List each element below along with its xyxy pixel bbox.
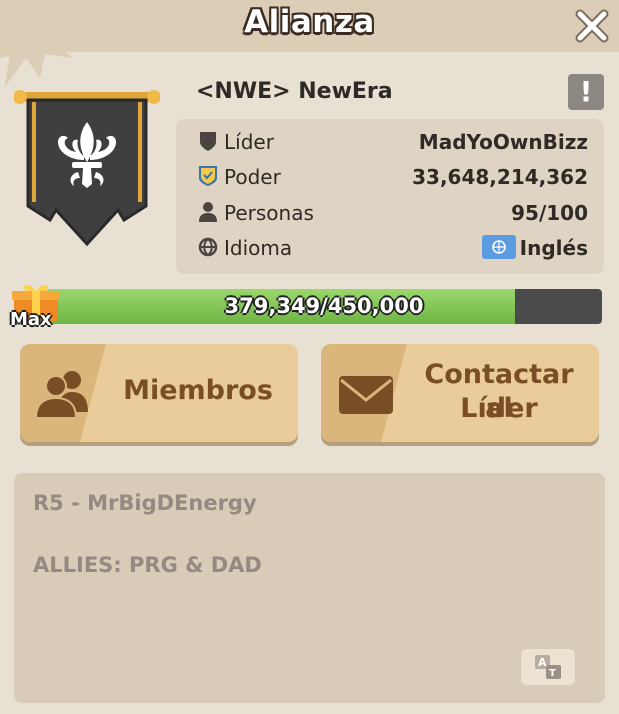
- translate-button[interactable]: A T: [521, 649, 575, 685]
- language-value: Inglés: [519, 236, 588, 260]
- page-title: Alianza: [244, 4, 375, 40]
- person-icon: [199, 202, 217, 222]
- leader-label: Líder: [224, 130, 274, 154]
- announcement-line: R5 - MrBigDEnergy: [33, 491, 257, 515]
- announcement-line: ALLIES: PRG & DAD: [33, 553, 262, 577]
- members-button[interactable]: Miembros: [20, 344, 298, 442]
- members-button-label: Miembros: [123, 375, 273, 406]
- leader-value[interactable]: MadYoOwnBizz: [419, 127, 588, 157]
- alliance-announcement: R5 - MrBigDEnergy ALLIES: PRG & DAD A T: [14, 473, 605, 703]
- power-row: Poder 33,648,214,362: [198, 162, 588, 192]
- exclamation-icon[interactable]: !: [568, 74, 604, 110]
- svg-text:T: T: [549, 668, 556, 679]
- language-label: Idioma: [224, 236, 293, 260]
- badge-icon: [199, 166, 217, 186]
- svg-text:A: A: [538, 656, 547, 669]
- power-value: 33,648,214,362: [412, 165, 588, 189]
- close-icon[interactable]: [574, 8, 610, 44]
- contact-leader-button[interactable]: Contactar al Líder: [321, 344, 599, 442]
- shield-icon: [200, 132, 216, 151]
- envelope-icon: [339, 376, 393, 414]
- language-row: Idioma Inglés: [198, 233, 588, 263]
- translate-icon: A T: [535, 655, 561, 679]
- power-label: Poder: [224, 165, 281, 189]
- members-row: Personas 95/100: [198, 198, 588, 228]
- un-flag-icon: [482, 235, 516, 259]
- header-bar: Alianza: [0, 0, 619, 52]
- alliance-info-panel: Líder MadYoOwnBizz Poder 33,648,214,362 …: [176, 119, 604, 274]
- max-label: Max: [10, 309, 52, 330]
- alliance-banner-icon: [14, 90, 160, 247]
- leader-row: Líder MadYoOwnBizz: [198, 127, 588, 157]
- people-icon: [34, 371, 88, 419]
- alliance-progress-bar: 379,349/450,000: [46, 289, 602, 324]
- members-value: 95/100: [511, 201, 588, 225]
- globe-icon: [198, 237, 218, 257]
- members-label: Personas: [224, 201, 314, 225]
- alliance-name: <NWE> NewEra: [196, 79, 393, 104]
- progress-text: 379,349/450,000: [224, 294, 424, 318]
- contact-leader-label-line2: Líder: [460, 393, 538, 424]
